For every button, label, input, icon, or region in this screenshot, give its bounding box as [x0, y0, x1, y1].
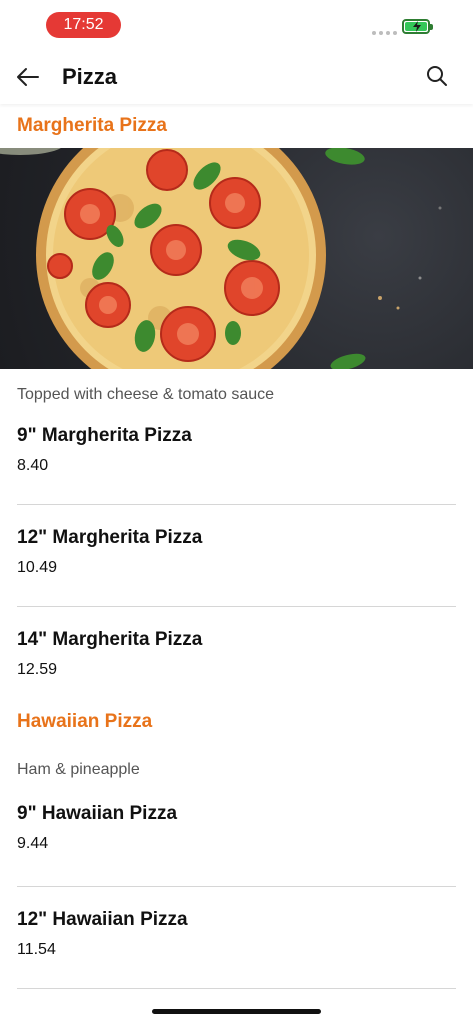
status-time: 17:52 — [46, 12, 121, 38]
back-button[interactable] — [14, 63, 42, 91]
menu-item[interactable]: 9" Hawaiian Pizza 9.44 — [0, 793, 473, 887]
item-price: 9.44 — [17, 835, 49, 852]
battery-charging-icon — [402, 19, 433, 34]
pizza-image — [0, 148, 473, 369]
home-indicator — [152, 1009, 321, 1014]
status-bar: 17:52 — [0, 0, 473, 50]
back-arrow-icon — [17, 68, 39, 86]
item-name: 12" Hawaiian Pizza — [17, 909, 188, 930]
signal-dots-icon — [372, 31, 397, 35]
item-name: 12" Margherita Pizza — [17, 527, 203, 548]
item-name: 9" Margherita Pizza — [17, 425, 192, 446]
section-description: Topped with cheese & tomato sauce — [17, 386, 275, 403]
item-price: 11.54 — [17, 941, 56, 958]
item-price: 12.59 — [17, 661, 58, 678]
item-name: 9" Hawaiian Pizza — [17, 803, 178, 824]
item-price: 8.40 — [17, 457, 49, 474]
page-title: Pizza — [62, 64, 118, 89]
menu-item[interactable]: 12" Margherita Pizza 10.49 — [0, 505, 473, 607]
section-title: Hawaiian Pizza — [17, 711, 153, 732]
item-name: 14" Margherita Pizza — [17, 629, 203, 650]
menu-item[interactable]: 9" Margherita Pizza 8.40 — [0, 421, 473, 505]
menu-content: Margherita Pizza Topped with cheese & to… — [0, 104, 473, 989]
menu-item[interactable]: 12" Hawaiian Pizza 11.54 — [0, 887, 473, 989]
section-description: Ham & pineapple — [17, 761, 140, 778]
menu-item[interactable]: 14" Margherita Pizza 12.59 — [0, 607, 473, 697]
search-icon — [427, 66, 447, 86]
search-button[interactable] — [424, 63, 450, 89]
divider — [17, 988, 456, 989]
section-title: Margherita Pizza — [17, 115, 167, 136]
app-header: Pizza — [0, 50, 473, 104]
item-price: 10.49 — [17, 559, 58, 576]
